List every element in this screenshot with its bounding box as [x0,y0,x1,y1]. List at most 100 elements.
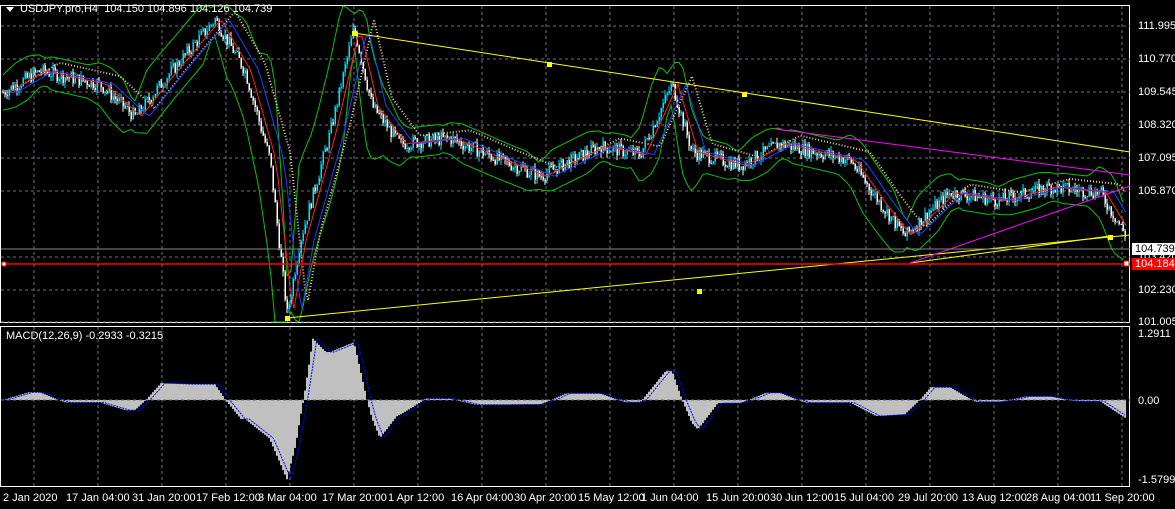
macd-title: MACD(12,26,9) -0.2933 -0.3215 [6,330,164,342]
candle-body [88,85,90,87]
candle-body [994,199,996,206]
macd-signal-line [3,337,1126,481]
candle-body [268,145,270,154]
candle-body [682,112,684,127]
candle-body [370,92,372,97]
candle-body [54,67,56,71]
candle-body [6,94,8,96]
candle-body [1100,187,1102,191]
candle-body [770,142,772,147]
macd-panel-frame [0,326,1130,487]
candle-body [622,145,624,156]
candle-body [368,89,370,93]
candle-body [20,86,22,89]
candle-body [928,212,930,221]
candle-body [56,70,58,82]
price-chart[interactable] [0,0,1175,509]
candle-body [260,121,262,132]
candle-body [514,165,516,168]
candle-body [824,154,826,159]
candle-body [334,106,336,125]
candle-body [234,51,236,53]
candle-body [876,193,878,202]
candle-body [1012,192,1014,198]
candle-body [358,45,360,53]
candle-body [414,136,416,139]
candle-body [350,38,352,47]
candle-body [440,133,442,145]
candle-body [708,152,710,164]
candle-body [332,122,334,125]
candle-body [390,126,392,138]
candle-body [884,211,886,214]
candle-body [206,31,208,35]
candle-body [30,73,32,82]
symbol-timeframe: USDJPY.pro,H4 [20,3,99,15]
candle-body [862,174,864,178]
candle-body [434,134,436,140]
candle-body [232,45,234,53]
candle-body [160,81,162,88]
candle-body [656,121,658,127]
candle-body [322,152,324,165]
candle-body [904,233,906,237]
candle-body [228,36,230,45]
candle-body [454,136,456,138]
candle-body [998,197,1000,207]
candle-body [146,97,148,99]
candle-body [608,151,610,154]
candle-body [32,69,34,82]
candle-body [1120,224,1122,226]
candle-body [444,135,446,137]
candle-body [374,104,376,108]
candle-body [680,112,682,114]
candle-body [200,31,202,36]
candle-body [1106,203,1108,210]
candle-body [772,142,774,144]
candle-body [584,150,586,161]
hline-anchor [1,261,7,267]
candle-body [344,64,346,73]
candle-body [666,93,668,96]
candle-body [892,215,894,217]
candle-body [316,184,318,191]
candle-body [1116,221,1118,223]
time-axis-label: 15 Jun 20:00 [706,492,770,504]
candle-body [184,53,186,55]
candle-body [24,73,26,79]
candle-body [880,200,882,211]
candle-body [442,133,444,137]
candle-body [226,34,228,45]
candle-body [330,122,332,134]
candle-body [1010,192,1012,194]
candle-body [742,166,744,171]
candle-body [872,193,874,196]
time-axis-label: 17 Jan 04:00 [66,492,130,504]
candle-body [258,111,260,122]
candle-body [1086,196,1088,198]
candle-body [578,152,580,159]
candle-body [490,154,492,160]
candle-body [36,70,38,73]
candle-body [178,61,180,66]
candle-body [886,209,888,214]
candle-body [26,73,28,78]
dropdown-triangle-icon[interactable] [6,6,14,12]
price-axis-label: 108.320 [1138,119,1175,131]
candle-body [170,66,172,75]
candle-body [292,279,294,297]
candle-body [820,153,822,157]
candle-body [248,83,250,90]
candle-body [842,157,844,164]
time-axis-label: 15 May 12:00 [578,492,645,504]
candle-body [202,28,204,32]
candle-body [430,139,432,147]
candle-body [172,63,174,67]
time-axis-label: 30 Apr 20:00 [514,492,577,504]
candle-body [672,83,674,85]
candle-body [84,80,86,82]
price-axis-label: 105.870 [1138,185,1175,197]
candle-body [712,161,714,164]
candle-body [554,169,556,171]
candle-body [42,65,44,73]
